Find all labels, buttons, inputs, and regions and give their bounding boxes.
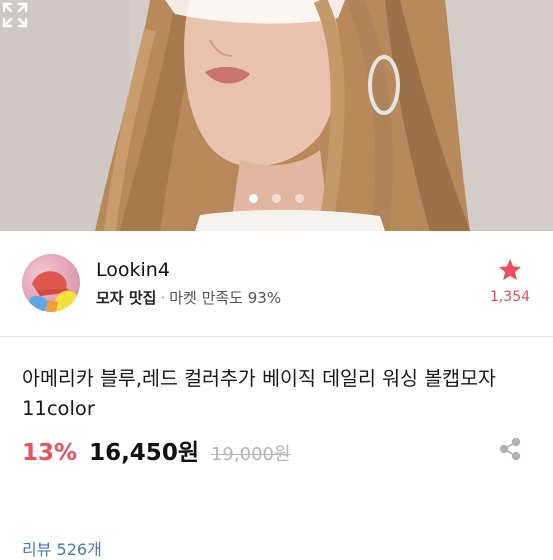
seller-info: 모자 맛집 · 마켓 만족도 93% [96, 287, 281, 308]
seller-name[interactable]: Lookin4 [96, 259, 170, 281]
market-satisfaction: 마켓 만족도 93% [169, 289, 282, 307]
separator: · [160, 289, 166, 307]
carousel-dot[interactable] [272, 194, 281, 203]
seller-category: 모자 맛집 [96, 289, 157, 307]
favorite-button[interactable]: 1,354 [488, 257, 532, 305]
share-icon[interactable] [497, 436, 523, 462]
product-image-carousel[interactable] [0, 0, 553, 231]
carousel-pagination [0, 194, 553, 203]
seller-avatar[interactable] [22, 254, 80, 312]
sale-price: 16,450원 [89, 440, 199, 466]
product-title: 아메리카 블루,레드 컬러추가 베이직 데일리 워싱 볼캡모자 11color [22, 367, 496, 420]
star-icon [498, 258, 522, 280]
discount-rate: 13% [22, 440, 78, 466]
carousel-dot[interactable] [295, 194, 304, 203]
original-price: 19,000원 [210, 444, 291, 465]
review-link[interactable]: 리뷰 526개 [22, 536, 102, 560]
favorite-count: 1,354 [489, 289, 531, 305]
carousel-dot[interactable] [249, 194, 258, 203]
price-row: 13% 16,450원 19,000원 [22, 433, 291, 467]
expand-icon[interactable] [0, 0, 30, 30]
seller-section[interactable]: Lookin4 모자 맛집 · 마켓 만족도 93% 1,354 [0, 231, 553, 337]
